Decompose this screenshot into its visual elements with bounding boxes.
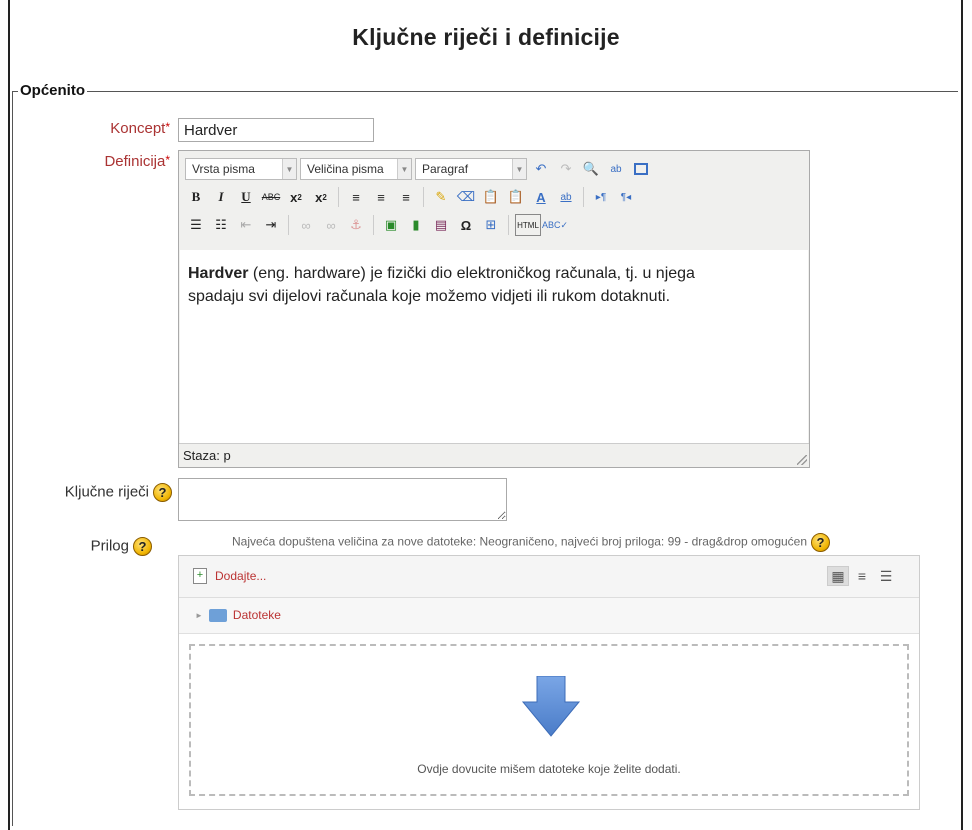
chevron-down-icon: ▼	[512, 159, 526, 179]
concept-label: Koncept*	[60, 120, 170, 137]
chevron-down-icon: ▼	[397, 159, 411, 179]
format-value: Paragraf	[422, 162, 469, 176]
folder-item[interactable]: ► Datoteke	[195, 608, 281, 622]
keywords-textarea[interactable]	[178, 478, 507, 521]
toolbar-row-3: ☰ ☷ ⇤ ⇥ ∞ ∞ ⚓ ▣ ▮ ▤ Ω ⊞ HTML ABC✓	[185, 213, 568, 237]
format-select[interactable]: Paragraf ▼	[415, 158, 527, 180]
ltr-icon[interactable]: ▸¶	[590, 186, 612, 208]
add-file-label: Dodajte...	[215, 569, 267, 583]
image-icon[interactable]: ▣	[380, 214, 402, 236]
unlink-icon[interactable]: ∞	[320, 214, 342, 236]
concept-label-text: Koncept	[110, 120, 166, 137]
table-icon[interactable]: ⊞	[480, 214, 502, 236]
cleanup-icon[interactable]: ✎	[430, 186, 452, 208]
find-icon[interactable]: 🔍	[580, 158, 602, 180]
file-picker-toolbar: + Dodajte... ▦ ≡ ☰	[179, 556, 919, 598]
help-icon[interactable]: ?	[153, 483, 172, 502]
help-icon[interactable]: ?	[133, 537, 152, 556]
font-size-select[interactable]: Veličina pisma ▼	[300, 158, 412, 180]
indent-icon[interactable]: ⇥	[260, 214, 282, 236]
italic-icon[interactable]: I	[210, 186, 232, 208]
toolbar-separator	[338, 187, 339, 207]
definition-label: Definicija*	[60, 153, 170, 170]
view-list-icon[interactable]: ≡	[851, 566, 873, 586]
align-right-icon[interactable]: ≡	[395, 186, 417, 208]
rich-text-editor: Vrsta pisma ▼ Veličina pisma ▼ Paragraf …	[178, 150, 810, 468]
toolbar-separator	[373, 215, 374, 235]
upload-limit-note: Najveća dopuštena veličina za nove datot…	[232, 533, 831, 552]
toolbar-row-1: Vrsta pisma ▼ Veličina pisma ▼ Paragraf …	[185, 157, 652, 181]
outdent-icon[interactable]: ⇤	[235, 214, 257, 236]
view-tree-icon[interactable]: ☰	[875, 566, 897, 586]
content-bold-term: Hardver	[188, 265, 249, 282]
expand-arrow-icon: ►	[195, 610, 203, 620]
attachment-label-text: Prilog	[90, 537, 129, 555]
page-title: Ključne riječi i definicije	[352, 24, 620, 50]
bullet-list-icon[interactable]: ☰	[185, 214, 207, 236]
font-family-select[interactable]: Vrsta pisma ▼	[185, 158, 297, 180]
upload-limit-text: Najveća dopuštena veličina za nove datot…	[232, 534, 808, 549]
font-family-value: Vrsta pisma	[192, 162, 255, 176]
bold-icon[interactable]: B	[185, 186, 207, 208]
toolbar-row-2: B I U ABC x2 x2 ≡ ≡ ≡ ✎ ⌫ 📋 📋 A ab ▸¶ ¶◂	[185, 185, 637, 209]
html-icon[interactable]: HTML	[515, 214, 541, 236]
link-icon[interactable]: ∞	[295, 214, 317, 236]
fullscreen-icon[interactable]	[630, 158, 652, 180]
anchor-icon[interactable]: ⚓	[345, 214, 367, 236]
help-icon[interactable]: ?	[811, 533, 831, 552]
section-legend: Općenito	[18, 82, 88, 99]
download-arrow-icon	[521, 676, 581, 737]
spellcheck-icon[interactable]: ABC✓	[542, 214, 568, 236]
folder-icon	[208, 608, 227, 622]
underline-icon[interactable]: U	[235, 186, 257, 208]
content-line-1: (eng. hardware) je fizički dio elektroni…	[248, 265, 695, 282]
keywords-label-text: Ključne riječi	[64, 483, 149, 501]
attachment-label: Prilog?	[40, 537, 152, 556]
superscript-icon[interactable]: x2	[310, 186, 332, 208]
editor-path: Staza: p	[183, 448, 231, 463]
concept-input[interactable]	[178, 118, 374, 142]
definition-label-text: Definicija	[104, 153, 166, 170]
file-picker-path: ► Datoteke	[179, 598, 919, 634]
drop-zone-text: Ovdje dovucite mišem datoteke koje želit…	[417, 762, 681, 776]
redo-icon[interactable]: ↷	[555, 158, 577, 180]
numbered-list-icon[interactable]: ☷	[210, 214, 232, 236]
font-size-value: Veličina pisma	[307, 162, 384, 176]
editor-statusbar: Staza: p	[179, 443, 809, 467]
file-picker: + Dodajte... ▦ ≡ ☰ ► Datoteke Ovdje dovu…	[178, 555, 920, 810]
add-file-icon: +	[193, 568, 207, 584]
highlight-color-icon[interactable]: ab	[555, 186, 577, 208]
paste-text-icon[interactable]: 📋	[480, 186, 502, 208]
toolbar-separator	[423, 187, 424, 207]
drop-zone[interactable]: Ovdje dovucite mišem datoteke koje želit…	[189, 644, 909, 796]
eraser-icon[interactable]: ⌫	[455, 186, 477, 208]
add-file-button[interactable]: + Dodajte...	[193, 568, 266, 584]
paste-word-icon[interactable]: 📋	[505, 186, 527, 208]
required-star: *	[165, 120, 170, 134]
resize-grip-icon[interactable]	[797, 455, 807, 465]
view-icons-icon[interactable]: ▦	[827, 566, 849, 586]
special-char-icon[interactable]: Ω	[455, 214, 477, 236]
keywords-label: Ključne riječi?	[20, 483, 172, 502]
folder-label: Datoteke	[232, 608, 281, 622]
strikethrough-icon[interactable]: ABC	[260, 186, 282, 208]
undo-icon[interactable]: ↶	[530, 158, 552, 180]
editor-content[interactable]: Hardver (eng. hardware) je fizički dio e…	[180, 250, 808, 443]
align-left-icon[interactable]: ≡	[345, 186, 367, 208]
subscript-icon[interactable]: x2	[285, 186, 307, 208]
content-line-2: spadaju svi dijelovi računala koje možem…	[188, 288, 671, 305]
font-color-icon[interactable]: A	[530, 186, 552, 208]
manage-files-icon[interactable]: ▤	[430, 214, 452, 236]
toolbar-separator	[508, 215, 509, 235]
toolbar-separator	[583, 187, 584, 207]
rtl-icon[interactable]: ¶◂	[615, 186, 637, 208]
replace-icon[interactable]: ab	[605, 158, 627, 180]
chevron-down-icon: ▼	[282, 159, 296, 179]
media-icon[interactable]: ▮	[405, 214, 427, 236]
toolbar-separator	[288, 215, 289, 235]
required-star: *	[165, 153, 170, 167]
align-center-icon[interactable]: ≡	[370, 186, 392, 208]
